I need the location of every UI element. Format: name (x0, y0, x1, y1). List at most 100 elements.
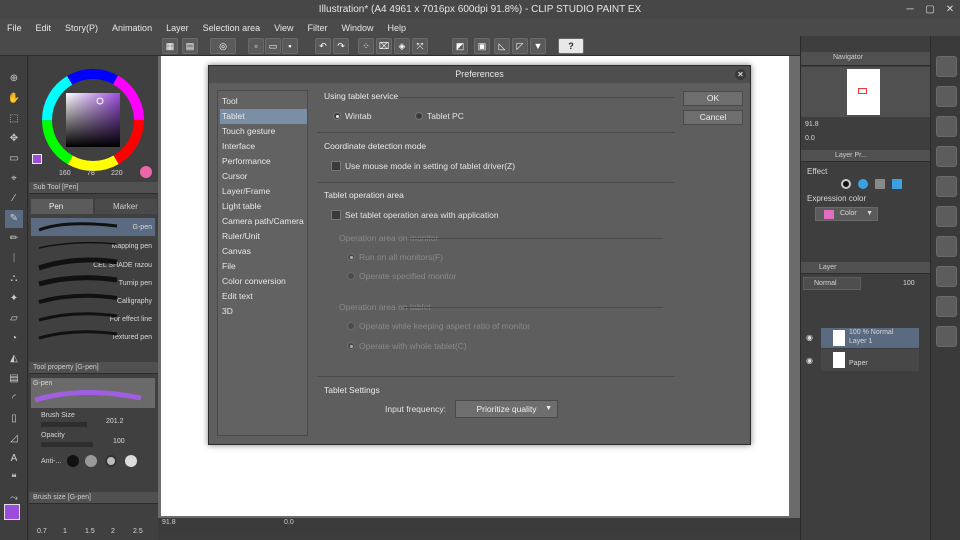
color-wheel[interactable] (41, 68, 145, 172)
layout-icon[interactable]: ▤ (182, 38, 198, 54)
category-file[interactable]: File (220, 259, 307, 274)
wintab-label[interactable]: Wintab (345, 111, 371, 121)
zoom-value[interactable]: 91.8 (162, 519, 176, 526)
navigator-tab[interactable]: Navigator (833, 54, 863, 61)
run-all-monitors-radio[interactable] (347, 253, 355, 261)
deselect-icon[interactable]: ⁘ (358, 38, 374, 54)
tablet-pc-label[interactable]: Tablet PC (427, 111, 464, 121)
menu-layer[interactable]: Layer (159, 23, 196, 33)
navigator-angle-value[interactable]: 0.0 (805, 135, 815, 142)
ruler-tool-icon[interactable]: ◿ (5, 430, 23, 448)
menu-selection-area[interactable]: Selection area (196, 23, 268, 33)
layer-row[interactable]: Paper (821, 349, 919, 371)
opacity-value[interactable]: 100 (113, 438, 125, 445)
category-touch-gesture[interactable]: Touch gesture (220, 124, 307, 139)
set-area-checkbox[interactable] (331, 210, 341, 220)
open-file-icon[interactable]: ▭ (265, 38, 281, 54)
category-performance[interactable]: Performance (220, 154, 307, 169)
menu-window[interactable]: Window (335, 23, 381, 33)
tab-pen[interactable]: Pen (31, 199, 93, 214)
layer-row-selected[interactable]: 100 % Normal Layer 1 (821, 328, 919, 348)
run-all-monitors-label[interactable]: Run on all monitors(F) (359, 252, 443, 262)
menu-view[interactable]: View (267, 23, 300, 33)
main-color-chip[interactable] (32, 154, 42, 164)
navigator-preview-area[interactable] (801, 67, 931, 117)
expression-color-select[interactable]: Color ▼ (815, 207, 878, 221)
effect-tone-icon[interactable] (875, 179, 885, 189)
rotation-value[interactable]: 0.0 (284, 519, 294, 526)
fill-tool-icon[interactable]: ◭ (5, 350, 23, 368)
dialog-close-icon[interactable]: ✕ (735, 69, 746, 80)
pencil-tool-icon[interactable]: ✏ (5, 230, 23, 248)
figure-tool-icon[interactable]: ◜ (5, 390, 23, 408)
wintab-radio[interactable] (333, 112, 341, 120)
main-color-swatch[interactable] (4, 504, 20, 520)
eraser-tool-icon[interactable]: ▱ (5, 310, 23, 328)
tab-marker[interactable]: Marker (95, 199, 157, 214)
eyedropper-tool-icon[interactable]: ⁄ (5, 190, 23, 208)
move-tool-icon[interactable]: ✥ (5, 130, 23, 148)
brush-size-slider[interactable] (41, 422, 87, 427)
keep-aspect-radio[interactable] (347, 322, 355, 330)
panel-icon-1[interactable] (936, 56, 957, 77)
snap-icon-2[interactable]: ▣ (474, 38, 490, 54)
clip-studio-icon[interactable]: ◎ (210, 38, 236, 54)
brush-size-preset[interactable]: 2 (111, 528, 115, 535)
brush-size-value[interactable]: 201.2 (106, 418, 124, 425)
brush-name[interactable]: Turnip pen (119, 280, 152, 287)
clear-icon[interactable]: ⌧ (376, 38, 392, 54)
keep-aspect-label[interactable]: Operate while keeping aspect ratio of mo… (359, 321, 530, 331)
new-file-icon[interactable]: ▫ (248, 38, 264, 54)
fill-icon[interactable]: ◈ (394, 38, 410, 54)
category-camera-path[interactable]: Camera path/Camera (220, 214, 307, 229)
category-cursor[interactable]: Cursor (220, 169, 307, 184)
category-light-table[interactable]: Light table (220, 199, 307, 214)
snap-icon-1[interactable]: ◩ (452, 38, 468, 54)
panel-icon-8[interactable] (936, 266, 957, 287)
redo-icon[interactable]: ↷ (333, 38, 349, 54)
cancel-button[interactable]: Cancel (683, 110, 743, 125)
category-ruler-unit[interactable]: Ruler/Unit (220, 229, 307, 244)
operate-specified-label[interactable]: Operate specified monitor (359, 271, 456, 281)
frame-tool-icon[interactable]: ▯ (5, 410, 23, 428)
close-icon[interactable]: ✕ (940, 0, 960, 19)
eye-icon[interactable]: ◉ (806, 333, 816, 342)
brush-size-preset[interactable]: 2.5 (133, 528, 143, 535)
help-button[interactable]: ? (558, 38, 584, 54)
layer-opacity-value[interactable]: 100 (903, 280, 915, 287)
balloon-tool-icon[interactable]: ❝ (5, 470, 23, 488)
text-tool-icon[interactable]: A (5, 450, 23, 468)
panel-icon-3[interactable] (936, 116, 957, 137)
transform-icon[interactable]: ⤧ (412, 38, 428, 54)
grid-icon[interactable]: ▦ (162, 38, 178, 54)
category-interface[interactable]: Interface (220, 139, 307, 154)
eye-icon[interactable]: ◉ (806, 356, 816, 365)
effect-layer-color-icon[interactable] (892, 179, 902, 189)
operation-tool-icon[interactable]: ⬚ (5, 110, 23, 128)
lasso-tool-icon[interactable]: ⌖ (5, 170, 23, 188)
panel-icon-7[interactable] (936, 236, 957, 257)
effect-border-icon[interactable] (841, 179, 851, 189)
menu-help[interactable]: Help (381, 23, 414, 33)
color-mode-icon[interactable] (140, 166, 152, 178)
zoom-tool-icon[interactable]: ⊕ (5, 70, 23, 88)
brush-size-preset[interactable]: 0.7 (37, 528, 47, 535)
whole-tablet-label[interactable]: Operate with whole tablet(C) (359, 341, 467, 351)
category-tablet[interactable]: Tablet (220, 109, 307, 124)
menu-animation[interactable]: Animation (105, 23, 159, 33)
hand-tool-icon[interactable]: ✋ (5, 90, 23, 108)
operate-specified-radio[interactable] (347, 272, 355, 280)
effect-watercolor-icon[interactable] (858, 179, 868, 189)
minimize-icon[interactable]: ─ (900, 0, 920, 19)
gradient-tool-icon[interactable]: ▤ (5, 370, 23, 388)
selection-tool-icon[interactable]: ▭ (5, 150, 23, 168)
layer-tab[interactable]: Layer (819, 264, 837, 271)
layer-property-tab[interactable]: Layer Pr... (835, 152, 867, 159)
category-color-conversion[interactable]: Color conversion (220, 274, 307, 289)
category-edit-text[interactable]: Edit text (220, 289, 307, 304)
aa-medium-icon[interactable] (105, 455, 117, 467)
blend-mode-select[interactable]: Normal (803, 277, 861, 290)
brush-tool-icon[interactable]: ᛁ (5, 250, 23, 268)
mouse-mode-label[interactable]: Use mouse mode in setting of tablet driv… (345, 161, 515, 171)
aa-strong-icon[interactable] (125, 455, 137, 467)
